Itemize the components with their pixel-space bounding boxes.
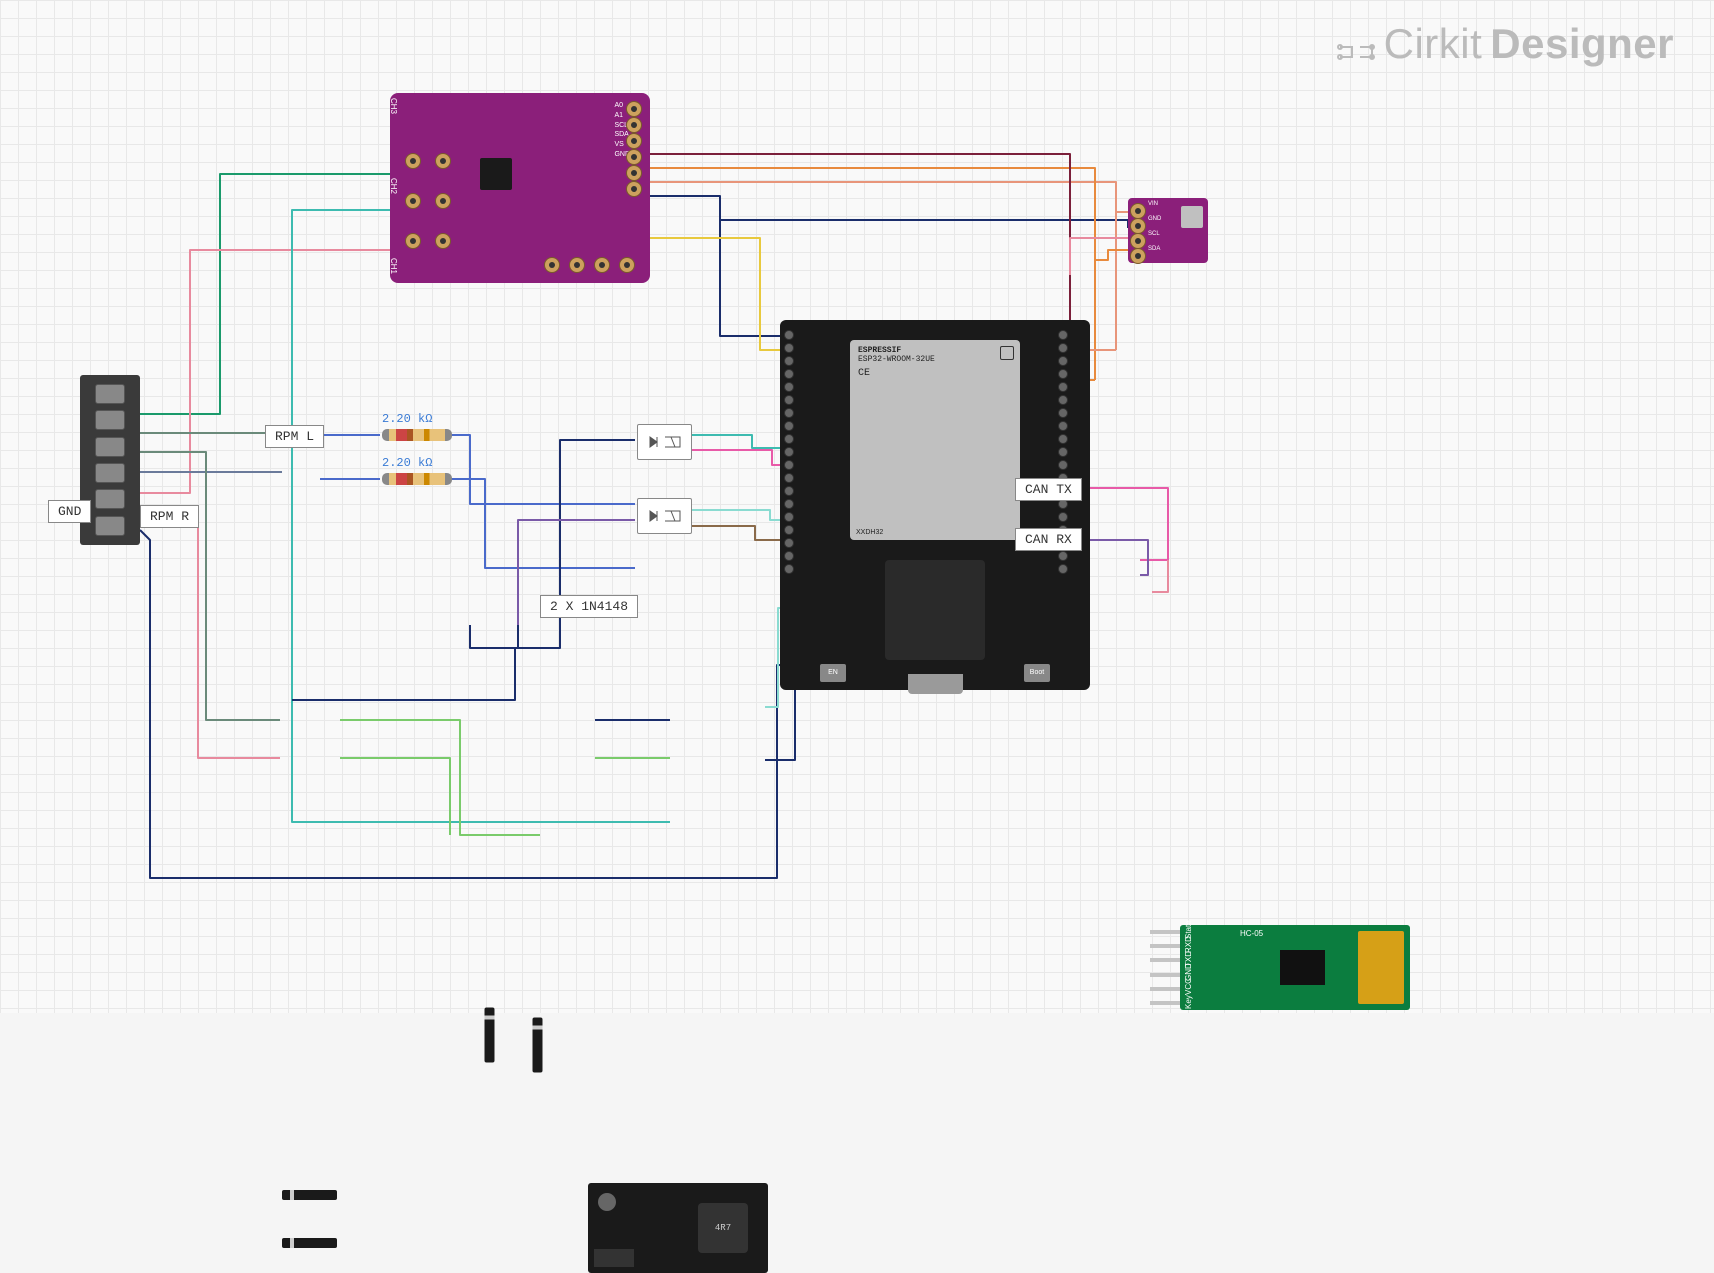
optocoupler-2[interactable] — [637, 498, 692, 534]
optocoupler-1[interactable] — [637, 424, 692, 460]
diode-pair-label: 2 X 1N4148 — [540, 595, 638, 618]
can-tx-label: CAN TX — [1015, 478, 1082, 501]
diode-1n4148-2[interactable] — [533, 1018, 543, 1073]
gnd-label: GND — [48, 500, 91, 523]
brand-name: Cirkit — [1384, 20, 1483, 68]
bme280-sensor[interactable]: VIN GND SCL SDA — [1128, 198, 1208, 263]
resistor-2[interactable] — [382, 473, 452, 485]
diode-3[interactable] — [282, 1190, 337, 1200]
can-rx-label: CAN RX — [1015, 528, 1082, 551]
resistor-1[interactable] — [382, 429, 452, 441]
resistor-2-label: 2.20 kΩ — [382, 456, 432, 470]
diode-1n4148-1[interactable] — [485, 1008, 495, 1063]
hc05-bluetooth[interactable]: State RXD TXD GND VCC Key HC-05 — [1180, 925, 1410, 1010]
esp32-devboard[interactable]: ESPRESSIF ESP32-WROOM-32UE CE XXDH32 EN … — [780, 320, 1090, 690]
diode-4[interactable] — [282, 1238, 337, 1248]
ina3221-sensor[interactable]: A0A1SCLSDAVSGND CH3 CH2 CH1 — [390, 93, 650, 283]
circuit-icon — [1336, 29, 1376, 59]
product-name: Designer — [1490, 20, 1674, 68]
rpm-r-label: RPM R — [140, 505, 199, 528]
schematic-canvas[interactable]: Cirkit Designer — [0, 0, 1714, 1013]
rpm-l-label: RPM L — [265, 425, 324, 448]
buck-converter[interactable]: 4R7 — [588, 1183, 768, 1273]
watermark-logo: Cirkit Designer — [1336, 20, 1674, 68]
esp32-shield: ESPRESSIF ESP32-WROOM-32UE CE XXDH32 — [850, 340, 1020, 540]
resistor-1-label: 2.20 kΩ — [382, 412, 432, 426]
